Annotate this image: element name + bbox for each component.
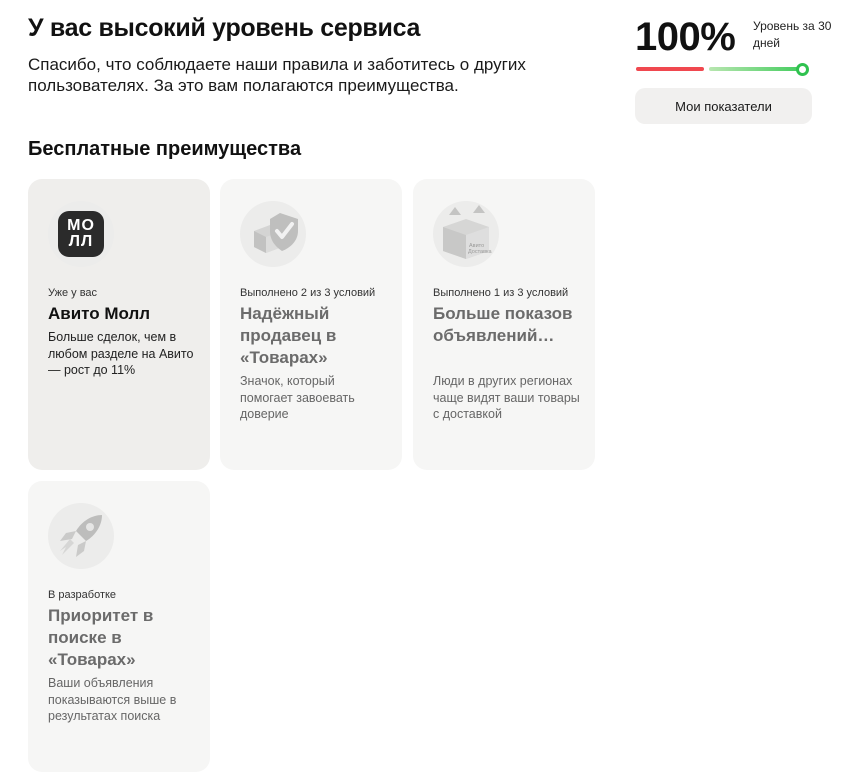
benefit-status: В разработке bbox=[48, 589, 117, 601]
benefit-title: Авито Молл bbox=[48, 304, 151, 323]
rocket-icon bbox=[48, 503, 114, 569]
service-level-caption: Уровень за 30 дней bbox=[753, 19, 832, 50]
level-marker bbox=[796, 63, 809, 76]
benefit-card-reliable-seller[interactable]: Выполнено 2 из 3 условий Надёжный продав… bbox=[220, 179, 402, 470]
mall-logo-icon: МО ЛЛ bbox=[48, 201, 114, 267]
level-bar-low-segment bbox=[636, 67, 704, 71]
benefit-status: Выполнено 1 из 3 условий bbox=[433, 287, 569, 299]
benefit-title: Надёжный продавец в «Товарах» bbox=[240, 304, 337, 367]
benefit-description: Значок, который помогает завоевать довер… bbox=[240, 374, 355, 421]
benefit-status: Уже у вас bbox=[48, 287, 98, 299]
benefit-title: Больше показов объявлений… bbox=[433, 304, 573, 345]
boxes-icon: Авито Доставка bbox=[433, 201, 499, 267]
my-stats-button[interactable]: Мои показатели bbox=[635, 88, 812, 124]
page-title: У вас высокий уровень сервиса bbox=[28, 14, 421, 42]
page-subtitle: Спасибо, что соблюдаете наши правила и з… bbox=[28, 55, 526, 95]
svg-text:Доставка: Доставка bbox=[468, 249, 493, 255]
service-level-value: 100% bbox=[635, 15, 736, 59]
benefit-description: Больше сделок, чем в любом разделе на Ав… bbox=[48, 330, 194, 377]
benefit-card-search-priority[interactable]: В разработке Приоритет в поиске в «Товар… bbox=[28, 481, 210, 772]
benefit-description: Люди в других регионах чаще видят ваши т… bbox=[433, 374, 580, 421]
level-bar-high-segment bbox=[709, 67, 806, 71]
benefit-title: Приоритет в поиске в «Товарах» bbox=[48, 606, 154, 669]
benefit-description: Ваши объявления показываются выше в резу… bbox=[48, 676, 177, 723]
benefit-card-more-impressions[interactable]: Авито Доставка Выполнено 1 из 3 условий … bbox=[413, 179, 595, 470]
section-title: Бесплатные преимущества bbox=[28, 138, 302, 160]
mall-logo: МО ЛЛ bbox=[58, 211, 104, 257]
benefit-card-mall[interactable]: МО ЛЛ Уже у вас Авито Молл Больше сделок… bbox=[28, 179, 210, 470]
shield-check-icon bbox=[240, 201, 306, 267]
benefit-status: Выполнено 2 из 3 условий bbox=[240, 287, 376, 299]
